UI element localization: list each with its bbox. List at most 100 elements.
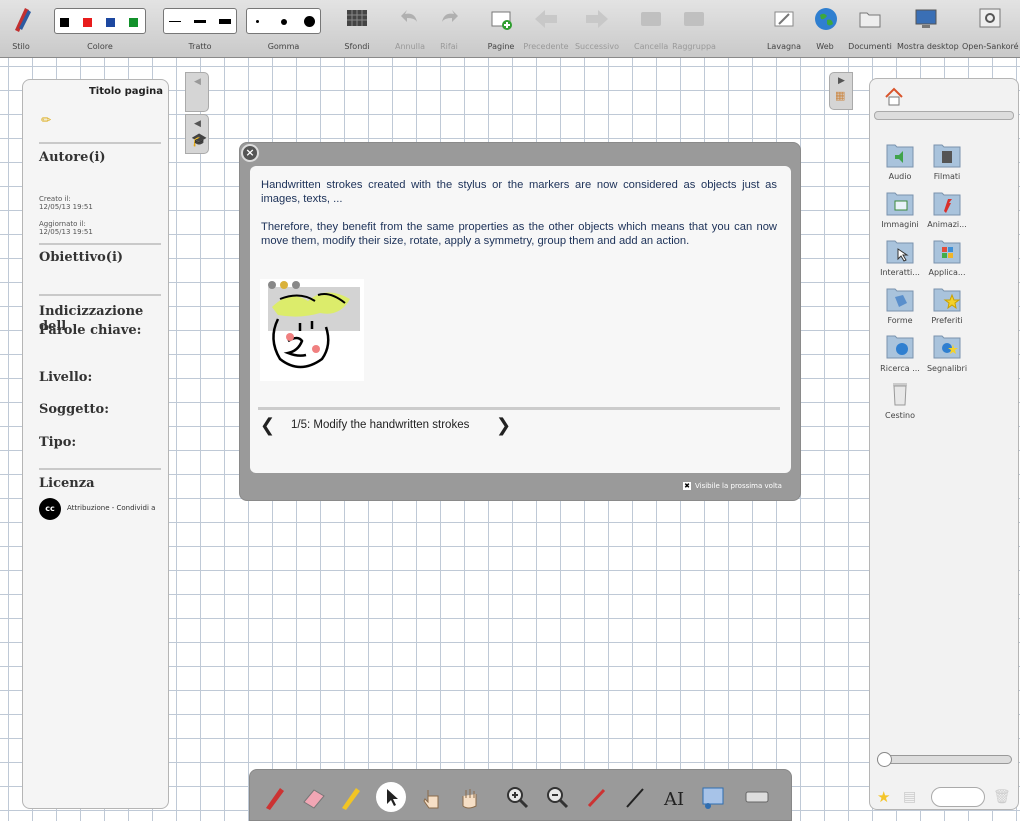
board-icon [774, 11, 794, 27]
line-icon[interactable] [620, 782, 650, 812]
backgrounds-button[interactable]: Sfondi [340, 4, 374, 51]
color-blue[interactable] [106, 18, 115, 27]
color-selector [54, 8, 146, 34]
stroke-selector [163, 8, 237, 34]
home-icon[interactable] [883, 86, 905, 108]
teacher-tab[interactable]: ◀ 🎓 [185, 114, 209, 154]
text-tool-icon[interactable]: AI [658, 782, 688, 812]
eraser-icon[interactable] [298, 782, 328, 812]
library-search-input[interactable] [931, 787, 985, 807]
images-folder-icon [886, 192, 914, 216]
license-text: Attribuzione - Condividi a [67, 504, 156, 512]
color-red[interactable] [83, 18, 92, 27]
marker-icon[interactable] [336, 782, 366, 812]
animations-folder-icon [933, 192, 961, 216]
audio-folder-icon [886, 144, 914, 168]
movies-folder-icon [933, 144, 961, 168]
eraser-medium[interactable] [281, 19, 287, 25]
stroke-medium[interactable] [194, 20, 206, 23]
page-title: Titolo pagina [88, 86, 163, 97]
laser-pointer-icon[interactable] [582, 782, 612, 812]
bookmarks-folder-icon [933, 335, 961, 359]
settings-gear-icon [979, 8, 1001, 28]
next-button[interactable]: Successivo [574, 4, 620, 51]
redo-icon [442, 10, 458, 22]
delete-icon[interactable]: 🗑 [993, 789, 1011, 805]
close-icon[interactable]: × [241, 144, 259, 162]
keyboard-icon[interactable] [742, 782, 772, 812]
color-black[interactable] [60, 18, 69, 27]
web-button[interactable]: Web [811, 4, 839, 51]
paragraph-2: Therefore, they benefit from the same pr… [261, 221, 777, 247]
graduation-cap-icon: 🎓 [191, 133, 208, 148]
tools-toolbar: AI [249, 769, 792, 821]
undo-button[interactable]: Annulla [393, 4, 427, 51]
previous-step-button[interactable]: ❮ [260, 415, 275, 436]
type-label: Tipo: [39, 435, 77, 450]
new-folder-icon[interactable]: ▤ [903, 789, 916, 805]
add-page-icon [491, 11, 512, 30]
capture-icon[interactable] [698, 782, 728, 812]
zoom-slider-handle[interactable] [877, 752, 892, 767]
breadcrumb-scrollbar[interactable] [874, 111, 1014, 120]
stroke-thick[interactable] [219, 19, 231, 24]
divider [258, 407, 780, 410]
zoom-out-icon[interactable] [542, 782, 572, 812]
applications-folder-icon [933, 240, 961, 264]
main-toolbar: Stilo Colore Tratto Gomma Sfondi Annulla… [0, 0, 1020, 58]
library-icon: ▦ [835, 89, 846, 102]
undo-icon [401, 10, 417, 22]
divider [39, 468, 161, 470]
level-label: Livello: [39, 370, 93, 385]
eraser-small[interactable] [256, 20, 259, 23]
pen-icon[interactable] [260, 782, 290, 812]
favorites-folder-icon [933, 288, 961, 312]
zoom-slider[interactable] [877, 752, 1012, 767]
folder-icon [859, 12, 881, 28]
interactive-folder-icon [886, 240, 914, 264]
zoom-in-icon[interactable] [502, 782, 532, 812]
open-sankore-button[interactable]: Open-Sankoré [962, 4, 1019, 51]
group-icon [684, 12, 704, 26]
stylus-icon [15, 8, 31, 32]
selector-tool[interactable] [376, 782, 406, 812]
stylus-button[interactable]: Stilo [8, 4, 34, 51]
clear-icon [641, 12, 661, 26]
page-info-panel: Titolo pagina ✏ Autore(i) Creato il: 12/… [22, 79, 169, 809]
show-next-time-checkbox[interactable]: ✖ [683, 482, 691, 490]
cursor-arrow-icon [387, 789, 398, 806]
favorite-star-icon[interactable]: ★ [877, 788, 890, 806]
color-green[interactable] [129, 18, 138, 27]
board-button[interactable]: Lavagna [765, 4, 803, 51]
page-info-tab[interactable]: ◀ [185, 72, 209, 112]
group-button[interactable]: Raggruppa [672, 4, 716, 51]
expand-arrow-icon: ▶ [838, 76, 845, 86]
eraser-large[interactable] [304, 16, 315, 27]
divider [39, 142, 161, 144]
collapse-arrow-icon: ◀ [194, 77, 201, 87]
redo-button[interactable]: Rifai [434, 4, 464, 51]
pencil-icon[interactable]: ✏ [41, 113, 51, 127]
collapse-arrow-icon: ◀ [194, 119, 201, 129]
svg-text:AI: AI [663, 789, 684, 810]
stroke-thin[interactable] [169, 21, 181, 22]
pages-button[interactable]: Pagine [483, 4, 519, 51]
eraser-selector [246, 8, 321, 34]
next-step-button[interactable]: ❯ [496, 415, 511, 436]
handwriting-illustration [260, 279, 364, 381]
subject-label: Soggetto: [39, 402, 109, 417]
authors-label: Autore(i) [39, 150, 106, 165]
interact-hand-icon[interactable] [416, 782, 446, 812]
previous-button[interactable]: Precedente [522, 4, 570, 51]
updated-date: 12/05/13 19:51 [39, 228, 93, 236]
arrow-right-icon [586, 10, 608, 28]
hand-pan-icon[interactable] [454, 782, 484, 812]
library-tab[interactable]: ▶ ▦ [829, 72, 853, 110]
objectives-label: Obiettivo(i) [39, 250, 124, 265]
arrow-left-icon [535, 10, 557, 28]
show-desktop-button[interactable]: Mostra desktop [897, 4, 959, 51]
created-label: Creato il: [39, 195, 71, 203]
clear-button[interactable]: Cancella [634, 4, 668, 51]
documents-button[interactable]: Documenti [846, 4, 894, 51]
updated-label: Aggiornato il: [39, 220, 86, 228]
